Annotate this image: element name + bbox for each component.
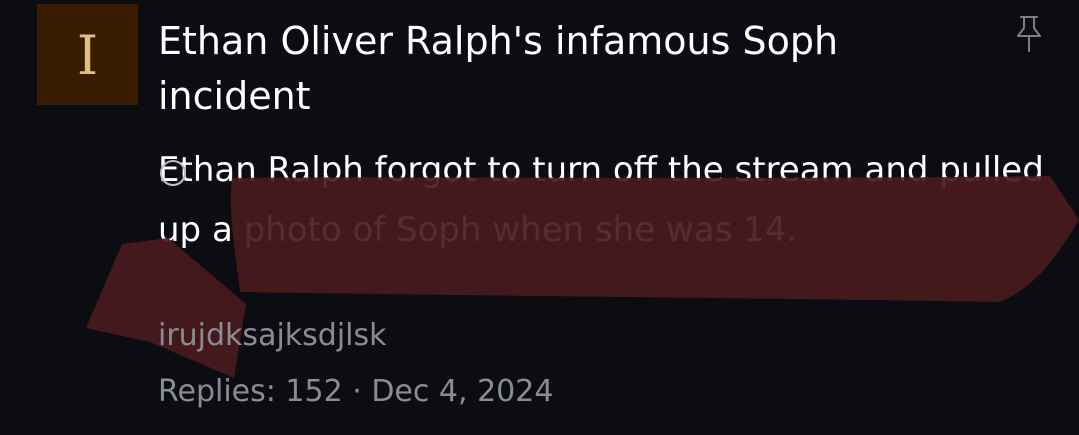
thread-meta: Replies: 152 · Dec 4, 2024: [158, 374, 553, 409]
thread-author[interactable]: irujdksajksdjlsk: [158, 318, 387, 353]
replies-count: 152: [285, 374, 343, 409]
meta-separator: ·: [352, 374, 362, 409]
thread-item[interactable]: I Ethan Oliver Ralph's infamous Soph inc…: [0, 0, 1079, 435]
avatar-letter: I: [76, 23, 99, 87]
thread-date: Dec 4, 2024: [371, 374, 554, 409]
thread-snippet: Ethan Ralph forgot to turn off the strea…: [158, 150, 1044, 250]
cursor-ring: [160, 160, 186, 186]
avatar[interactable]: I: [37, 4, 138, 105]
replies-label: Replies:: [158, 374, 276, 409]
pin-icon: [1012, 14, 1046, 54]
thread-title[interactable]: Ethan Oliver Ralph's infamous Soph incid…: [158, 14, 978, 124]
